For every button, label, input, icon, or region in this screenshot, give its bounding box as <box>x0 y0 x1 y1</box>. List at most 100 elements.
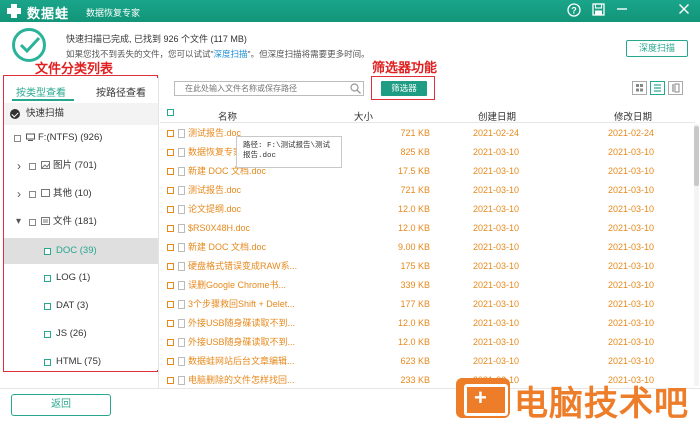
close-icon[interactable] <box>676 3 692 19</box>
grid-view-icon[interactable] <box>632 81 647 95</box>
tree-item-label: DOC (39) <box>56 245 97 256</box>
list-view-icon[interactable] <box>650 81 665 95</box>
doc-file-icon <box>178 338 185 347</box>
documents-checkbox[interactable] <box>29 219 36 226</box>
folder-icon <box>41 183 50 205</box>
quick-scan-header[interactable]: 快速扫描 <box>4 103 158 125</box>
table-row[interactable]: 外接USB随身碟读取不到... 12.0 KB 2021-03-10 2021-03-… <box>160 314 695 333</box>
select-all-checkbox[interactable] <box>167 109 174 116</box>
help-icon[interactable]: ? <box>566 3 582 19</box>
images-checkbox[interactable] <box>29 163 36 170</box>
js-checkbox[interactable] <box>44 331 51 338</box>
row-checkbox[interactable] <box>167 282 174 289</box>
file-size: 17.5 KB <box>397 166 430 176</box>
row-checkbox[interactable] <box>167 263 174 270</box>
scrollbar-thumb[interactable] <box>694 126 699 186</box>
log-checkbox[interactable] <box>44 275 51 282</box>
chevron-down-icon[interactable]: ▾ <box>16 211 21 233</box>
file-name: 外接USB随身碟读取不到... <box>188 318 296 328</box>
tree-item-log[interactable]: LOG (1) <box>4 267 158 289</box>
file-modified: 2021-03-10 <box>608 356 655 366</box>
row-checkbox[interactable] <box>167 149 174 156</box>
row-checkbox[interactable] <box>167 168 174 175</box>
html-checkbox[interactable] <box>44 359 51 366</box>
file-size: 339 KB <box>400 280 430 290</box>
column-modified[interactable]: 修改日期 <box>614 109 652 123</box>
row-checkbox[interactable] <box>167 358 174 365</box>
table-row[interactable]: 外接USB随身碟读取不到... 12.0 KB 2021-03-10 2021-03-… <box>160 333 695 352</box>
tab-by-type[interactable]: 按类型查看 <box>16 84 66 99</box>
doc-file-icon <box>178 243 185 252</box>
document-folder-icon <box>41 211 50 233</box>
other-checkbox[interactable] <box>29 191 36 198</box>
file-size: 175 KB <box>400 261 430 271</box>
file-created: 2021-03-10 <box>473 185 520 195</box>
tree-item-js[interactable]: JS (26) <box>4 323 158 345</box>
table-scrollbar[interactable] <box>694 124 699 386</box>
deep-scan-link[interactable]: 深度扫描 <box>214 49 248 59</box>
doc-file-icon <box>178 357 185 366</box>
table-row[interactable]: 误删Google Chrome书... 339 KB 2021-03-10 2021-… <box>160 276 695 295</box>
row-checkbox[interactable] <box>167 339 174 346</box>
file-name: 3个步骤救回Shift + Delet... <box>188 299 295 309</box>
table-row[interactable]: 数据蛙网站后台文章编辑... 623 KB 2021-03-10 2021-03-10 <box>160 352 695 371</box>
annotation-filter-function: 筛选器功能 <box>372 60 438 75</box>
file-name: 论文提纲.doc <box>188 204 242 214</box>
chevron-right-icon[interactable]: › <box>17 155 21 177</box>
watermark-text: 电脑技术吧 <box>514 384 689 424</box>
tree-item-drive[interactable]: F:(NTFS) (926) <box>4 127 158 149</box>
file-name: $RS0X48H.doc <box>188 223 251 233</box>
back-button[interactable]: 返回 <box>11 394 111 416</box>
file-size: 825 KB <box>400 147 430 157</box>
row-checkbox[interactable] <box>167 301 174 308</box>
chevron-right-icon[interactable]: › <box>17 183 21 205</box>
table-row[interactable]: 论文提纲.doc 12.0 KB 2021-03-10 2021-03-10 <box>160 200 695 219</box>
sidebar-divider <box>158 76 159 388</box>
dat-checkbox[interactable] <box>44 303 51 310</box>
filter-button[interactable]: 筛选器 <box>381 81 427 96</box>
row-checkbox[interactable] <box>167 377 174 384</box>
tree-item-doc[interactable]: DOC (39) <box>4 238 158 264</box>
doc-file-icon <box>178 300 185 309</box>
row-checkbox[interactable] <box>167 320 174 327</box>
column-created[interactable]: 创建日期 <box>478 109 516 123</box>
file-created: 2021-03-10 <box>473 261 520 271</box>
column-name[interactable]: 名称 <box>218 109 237 123</box>
table-row[interactable]: 3个步骤救回Shift + Delet... 177 KB 2021-03-10 20… <box>160 295 695 314</box>
file-name: 数据蛙网站后台文章编辑... <box>188 356 295 366</box>
save-icon[interactable] <box>590 3 606 19</box>
tree-item-images[interactable]: › 图片 (701) <box>4 155 158 177</box>
active-tab-indicator <box>12 99 74 101</box>
hint-suffix: "。但深度扫描将需要更多时间。 <box>247 49 370 59</box>
row-checkbox[interactable] <box>167 130 174 137</box>
column-size[interactable]: 大小 <box>354 109 373 123</box>
table-row[interactable]: $RS0X48H.doc 12.0 KB 2021-03-10 2021-03-10 <box>160 219 695 238</box>
tree-item-documents[interactable]: ▾ 文件 (181) <box>4 211 158 233</box>
doc-checkbox[interactable] <box>44 248 51 255</box>
table-row[interactable]: 新建 DOC 文档.doc 9.00 KB 2021-03-10 2021-03-10 <box>160 238 695 257</box>
doc-file-icon <box>178 376 185 385</box>
table-row[interactable]: 硬盘格式错误变成RAW系... 175 KB 2021-03-10 2021-03-1… <box>160 257 695 276</box>
tree-item-other[interactable]: › 其他 (10) <box>4 183 158 205</box>
search-input[interactable] <box>175 82 349 95</box>
doc-file-icon <box>178 319 185 328</box>
row-checkbox[interactable] <box>167 187 174 194</box>
detail-view-icon[interactable] <box>668 81 683 95</box>
tooltip-line1: 路径: F:\测试报告\测试 <box>243 142 331 150</box>
tree-item-label: LOG (1) <box>56 272 91 283</box>
tree-item-html[interactable]: HTML (75) <box>4 351 158 373</box>
deep-scan-button[interactable]: 深度扫描 <box>626 40 688 57</box>
category-sidebar: 按类型查看 按路径查看 快速扫描 F:(NTFS) (926) › 图片 (70… <box>4 78 158 370</box>
quick-scan-check-icon <box>10 109 20 119</box>
minimize-icon[interactable] <box>614 3 630 19</box>
file-modified: 2021-03-10 <box>608 166 655 176</box>
drive-checkbox[interactable] <box>14 135 21 142</box>
row-checkbox[interactable] <box>167 206 174 213</box>
table-row[interactable]: 测试报告.doc 721 KB 2021-03-10 2021-03-10 <box>160 181 695 200</box>
row-checkbox[interactable] <box>167 244 174 251</box>
row-checkbox[interactable] <box>167 225 174 232</box>
tree-item-dat[interactable]: DAT (3) <box>4 295 158 317</box>
tab-by-path[interactable]: 按路径查看 <box>96 84 146 99</box>
file-name: 硬盘格式错误变成RAW系... <box>188 261 298 271</box>
search-icon[interactable] <box>350 83 361 96</box>
